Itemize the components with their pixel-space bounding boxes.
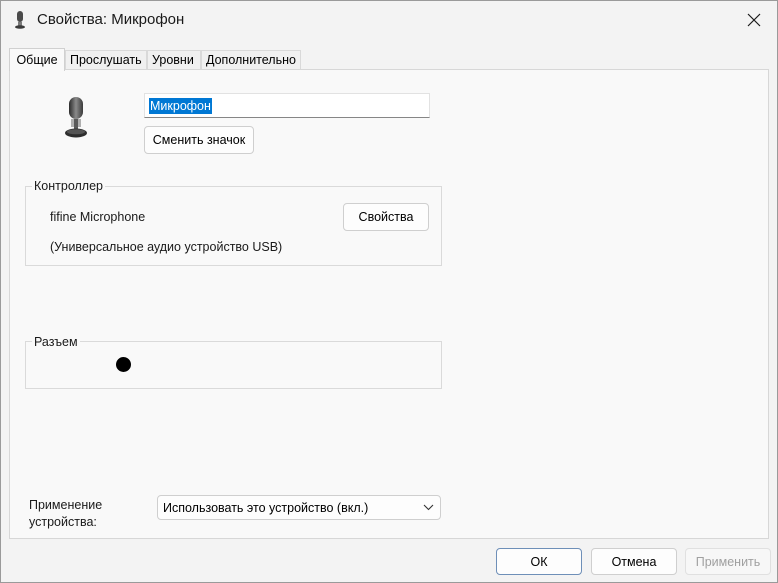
device-usage-label-line2: устройства: bbox=[29, 515, 97, 529]
apply-button[interactable]: Применить bbox=[685, 548, 771, 575]
tab-panel-general bbox=[9, 69, 769, 539]
jack-group-label: Разъем bbox=[32, 335, 80, 349]
ok-button[interactable]: ОК bbox=[496, 548, 582, 575]
tab-listen[interactable]: Прослушать bbox=[65, 50, 147, 69]
tab-general[interactable]: Общие bbox=[9, 48, 65, 71]
controller-group-label: Контроллер bbox=[32, 179, 105, 193]
controller-name: fifine Microphone bbox=[50, 210, 146, 224]
close-icon bbox=[747, 13, 761, 27]
jack-group bbox=[25, 341, 442, 389]
microphone-icon bbox=[15, 11, 25, 29]
microphone-icon bbox=[65, 97, 87, 138]
properties-dialog: Свойства: Микрофон Общие Прослушать Уров… bbox=[0, 0, 778, 583]
close-button[interactable] bbox=[731, 1, 777, 39]
controller-description: (Универсальное аудио устройство USB) bbox=[50, 240, 283, 254]
jack-indicator bbox=[116, 357, 131, 372]
chevron-down-icon bbox=[423, 504, 434, 511]
controller-properties-button[interactable]: Свойства bbox=[343, 203, 429, 231]
window-title: Свойства: Микрофон bbox=[37, 11, 185, 28]
device-usage-label: Применение устройства: bbox=[29, 497, 102, 531]
change-icon-button[interactable]: Сменить значок bbox=[144, 126, 254, 154]
title-bar: Свойства: Микрофон bbox=[1, 1, 777, 39]
device-usage-selected: Использовать это устройство (вкл.) bbox=[163, 500, 369, 515]
device-name-value: Микрофон bbox=[149, 97, 212, 114]
device-usage-label-line1: Применение bbox=[29, 498, 103, 512]
tab-advanced[interactable]: Дополнительно bbox=[201, 50, 301, 69]
device-usage-select[interactable]: Использовать это устройство (вкл.) bbox=[157, 495, 441, 520]
device-name-input[interactable]: Микрофон bbox=[144, 93, 430, 118]
cancel-button[interactable]: Отмена bbox=[591, 548, 677, 575]
tab-levels[interactable]: Уровни bbox=[147, 50, 201, 69]
